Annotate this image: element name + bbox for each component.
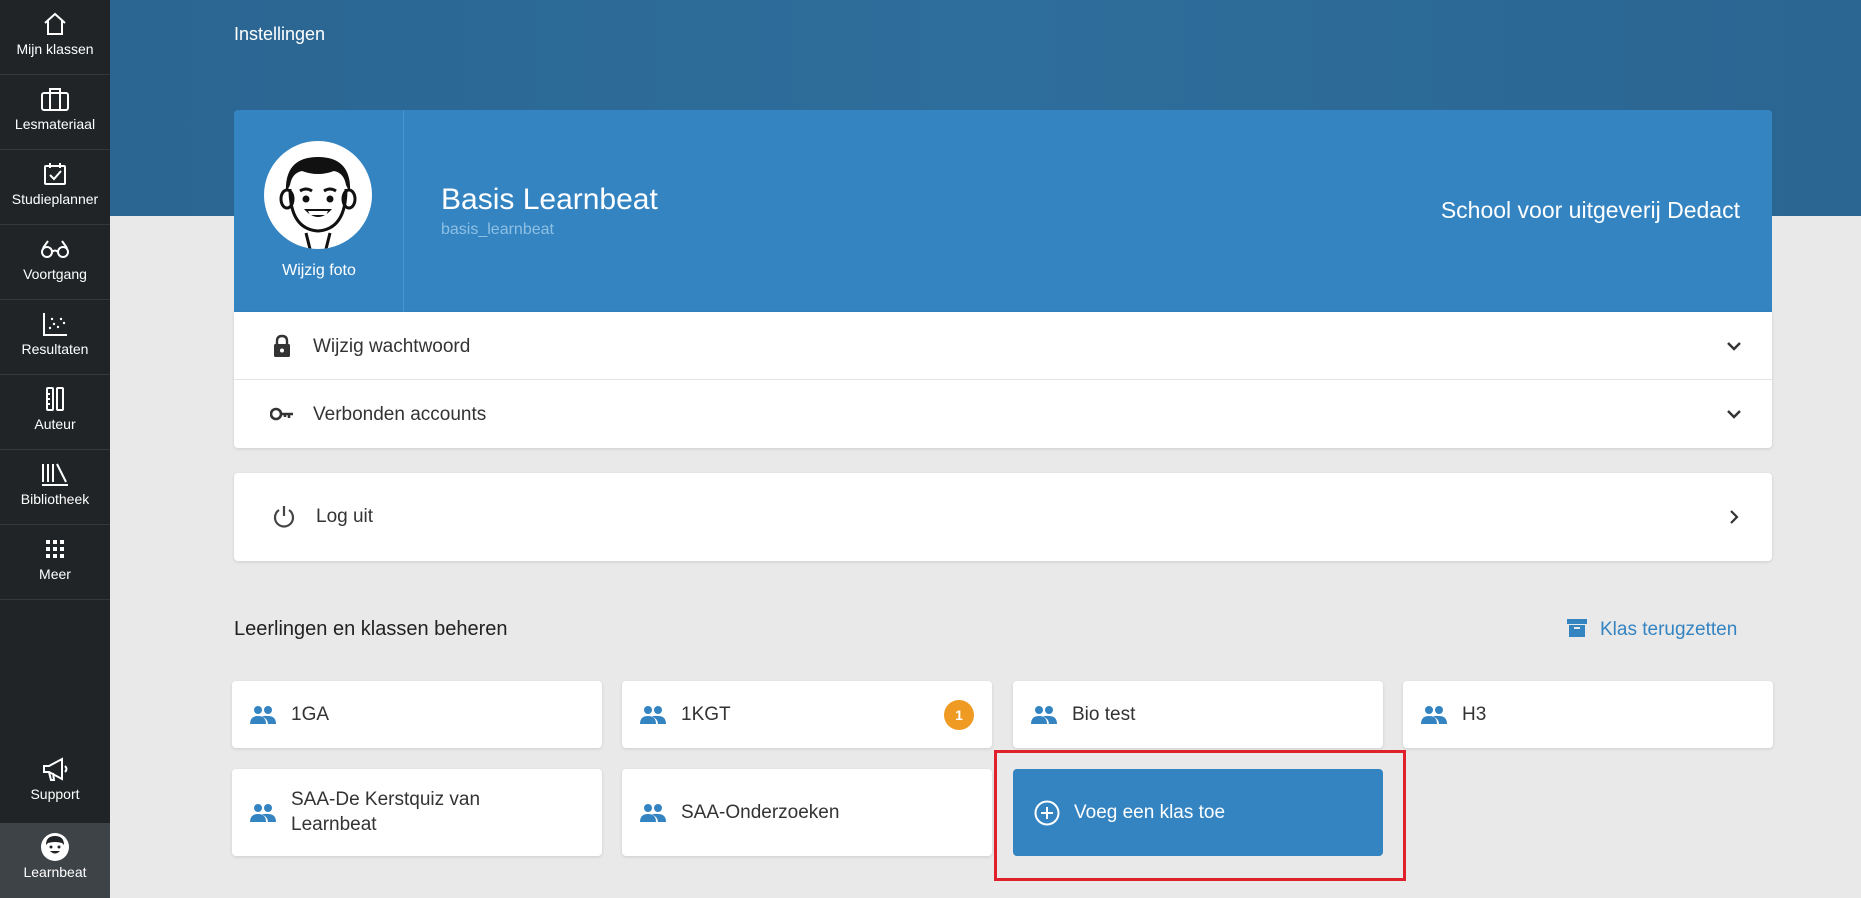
sidebar-item-lesmateriaal[interactable]: Lesmateriaal [0, 75, 110, 150]
page-title: Instellingen [234, 24, 326, 44]
plus-circle-icon [1034, 800, 1060, 826]
class-tile[interactable]: 1KGT 1 [622, 681, 992, 748]
chevron-right-icon [1724, 507, 1744, 527]
sidebar-item-label: Support [30, 786, 80, 802]
sidebar-item-auteur[interactable]: Auteur [0, 375, 110, 450]
user-handle: basis_learnbeat [441, 221, 554, 238]
class-name: Bio test [1072, 704, 1136, 725]
glasses-icon [0, 235, 110, 263]
chevron-down-icon[interactable] [1724, 404, 1744, 424]
restore-class-label: Klas terugzetten [1600, 619, 1738, 640]
archive-box-icon [1566, 617, 1588, 644]
sidebar-item-meer[interactable]: Meer [0, 525, 110, 600]
sidebar-item-label: Voortgang [23, 266, 87, 282]
restore-class-button[interactable]: Klas terugzetten [1566, 617, 1737, 643]
sidebar: Mijn klassen Lesmateriaal Studieplanner … [0, 0, 110, 898]
sidebar-item-label: Auteur [34, 416, 76, 432]
account-settings-panel: Wijzig wachtwoord Verbonden accounts [234, 312, 1772, 448]
class-name: SAA-De Kerstquiz van Learnbeat [291, 789, 481, 835]
sidebar-item-resultaten[interactable]: Resultaten [0, 300, 110, 375]
change-password-label: Wijzig wachtwoord [313, 336, 471, 357]
connected-accounts-label: Verbonden accounts [313, 404, 487, 425]
class-name: 1KGT [681, 704, 731, 725]
briefcase-icon [0, 85, 110, 113]
connected-accounts-row[interactable]: Verbonden accounts [234, 380, 1772, 448]
class-name: H3 [1462, 704, 1487, 725]
section-title: Leerlingen en klassen beheren [234, 618, 508, 640]
scatter-chart-icon [0, 310, 110, 338]
chevron-down-icon[interactable] [1724, 336, 1744, 356]
class-tile[interactable]: Bio test [1013, 681, 1383, 748]
group-icon [1030, 704, 1058, 726]
group-icon [249, 802, 277, 824]
group-icon [249, 704, 277, 726]
lock-icon [270, 334, 294, 358]
sidebar-item-account[interactable]: Learnbeat [0, 823, 110, 898]
library-icon [0, 460, 110, 488]
sidebar-item-label: Learnbeat [23, 864, 87, 880]
school-name: School voor uitgeverij Dedact [1440, 197, 1740, 223]
change-photo-link[interactable]: Wijzig foto [234, 262, 404, 280]
add-class-button[interactable]: Voeg een klas toe [1013, 769, 1383, 856]
group-icon [639, 802, 667, 824]
power-icon [271, 504, 297, 530]
megaphone-icon [0, 755, 110, 783]
add-class-label: Voeg een klas toe [1074, 802, 1226, 823]
logout-button[interactable]: Log uit [234, 473, 1772, 561]
sidebar-item-label: Resultaten [21, 341, 89, 357]
profile-card: Wijzig foto Basis Learnbeat basis_learnb… [234, 110, 1772, 312]
user-name: Basis Learnbeat [441, 183, 658, 216]
sidebar-item-label: Studieplanner [11, 191, 99, 207]
sidebar-item-label: Mijn klassen [16, 41, 94, 57]
class-name: SAA-Onderzoeken [681, 802, 840, 823]
avatar-icon [0, 833, 110, 861]
change-password-row[interactable]: Wijzig wachtwoord [234, 312, 1772, 380]
sidebar-item-label: Lesmateriaal [14, 116, 96, 132]
class-tile[interactable]: SAA-De Kerstquiz van Learnbeat [232, 769, 602, 856]
class-tile[interactable]: H3 [1403, 681, 1773, 748]
sidebar-item-bibliotheek[interactable]: Bibliotheek [0, 450, 110, 525]
class-tile[interactable]: 1GA [232, 681, 602, 748]
profile-avatar[interactable] [264, 141, 372, 249]
group-icon [639, 704, 667, 726]
sidebar-item-mijn-klassen[interactable]: Mijn klassen [0, 0, 110, 75]
sidebar-item-label: Bibliotheek [20, 491, 90, 507]
profile-photo-section[interactable]: Wijzig foto [234, 110, 404, 312]
sidebar-item-voortgang[interactable]: Voortgang [0, 225, 110, 300]
sidebar-item-support[interactable]: Support [0, 745, 110, 820]
class-tile[interactable]: SAA-Onderzoeken [622, 769, 992, 856]
group-icon [1420, 704, 1448, 726]
sidebar-item-studieplanner[interactable]: Studieplanner [0, 150, 110, 225]
sidebar-item-label: Meer [39, 566, 71, 582]
author-tools-icon [0, 385, 110, 413]
grid-icon [0, 535, 110, 563]
class-name: 1GA [291, 704, 330, 725]
key-icon [269, 402, 294, 426]
home-icon [0, 10, 110, 38]
notification-badge: 1 [944, 700, 974, 730]
logout-label: Log uit [316, 506, 374, 527]
calendar-check-icon [0, 160, 110, 188]
